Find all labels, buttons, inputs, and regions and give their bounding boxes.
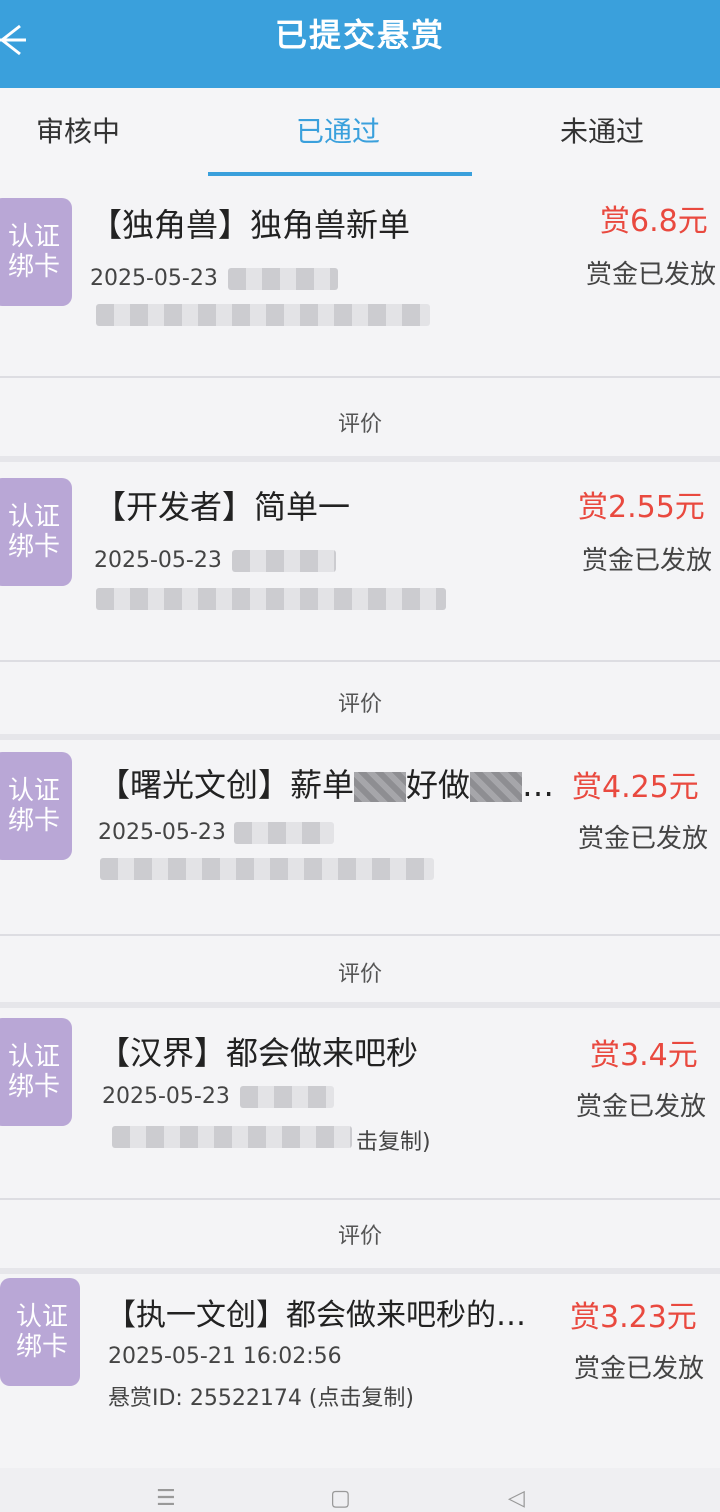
blurred-text [100, 858, 434, 880]
blurred-text [112, 1126, 352, 1148]
review-button[interactable]: 评价 [0, 406, 720, 438]
active-tab-indicator [208, 172, 472, 176]
blurred-text [228, 268, 338, 290]
verify-bind-card-badge: 认证 绑卡 [0, 1018, 72, 1126]
system-nav-bar: ☰ ▢ ◁ [0, 1468, 720, 1512]
item-title: 【汉界】都会做来吧秒 [98, 1034, 419, 1072]
reward-status: 赏金已发放 [582, 546, 713, 576]
tab-rejected[interactable]: 未通过 [560, 110, 644, 150]
reward-status: 赏金已发放 [586, 260, 717, 290]
reward-amount: 赏3.4元 [590, 1038, 698, 1073]
review-button[interactable]: 评价 [0, 686, 720, 718]
top-bar: 已提交悬赏 [0, 0, 720, 88]
tab-reviewing[interactable]: 审核中 [36, 110, 120, 150]
reward-amount: 赏3.23元 [570, 1300, 697, 1335]
blurred-text [234, 822, 334, 844]
app: 已提交悬赏 审核中 已通过 未通过 认证 绑卡 【独角兽】独角兽新单 赏6.8元… [0, 0, 720, 1512]
verify-bind-card-badge: 认证 绑卡 [0, 1278, 80, 1386]
review-button[interactable]: 评价 [0, 1218, 720, 1250]
reward-amount: 赏2.55元 [578, 490, 705, 525]
divider [0, 376, 720, 378]
reward-status: 赏金已发放 [576, 1092, 707, 1122]
reward-id-copy[interactable]: 悬赏ID: 25522174 (点击复制) [108, 1380, 414, 1412]
list-item[interactable]: 认证 绑卡 【独角兽】独角兽新单 赏6.8元 赏金已发放 2025-05-23 … [0, 180, 720, 462]
list-item[interactable]: 认证 绑卡 【开发者】简单一 赏2.55元 赏金已发放 2025-05-23 评… [0, 462, 720, 740]
verify-bind-card-badge: 认证 绑卡 [0, 752, 72, 860]
review-button[interactable]: 评价 [0, 956, 720, 988]
mosaic-mask [354, 772, 407, 802]
item-title: 【开发者】简单一 [94, 488, 351, 526]
page-title: 已提交悬赏 [274, 16, 445, 54]
divider [0, 660, 720, 662]
menu-icon[interactable]: ☰ [156, 1486, 176, 1511]
list-item[interactable]: 认证 绑卡 【曙光文创】薪单 好做… 赏4.25元 赏金已发放 2025-05-2… [0, 740, 720, 1008]
blurred-text [240, 1086, 334, 1108]
reward-status: 赏金已发放 [578, 824, 709, 854]
mosaic-mask [470, 772, 523, 802]
reward-amount: 赏4.25元 [572, 770, 699, 805]
submit-date: 2025-05-23 [98, 820, 226, 845]
item-title: 【独角兽】独角兽新单 [90, 206, 411, 244]
submit-date: 2025-05-23 [102, 1084, 230, 1109]
reward-status: 赏金已发放 [574, 1354, 705, 1384]
blurred-text [232, 550, 336, 572]
submit-date: 2025-05-23 [90, 266, 218, 291]
divider [0, 1198, 720, 1200]
tab-bar: 审核中 已通过 未通过 [0, 88, 720, 180]
divider [0, 934, 720, 936]
blurred-text [96, 304, 430, 326]
reward-amount: 赏6.8元 [600, 204, 708, 239]
submit-date: 2025-05-21 16:02:56 [108, 1344, 342, 1369]
list-item[interactable]: 认证 绑卡 【汉界】都会做来吧秒 赏3.4元 赏金已发放 2025-05-23 … [0, 1008, 720, 1274]
blurred-text [96, 588, 446, 610]
item-title: 【曙光文创】薪单 好做… [98, 766, 555, 804]
tab-approved[interactable]: 已通过 [296, 110, 380, 150]
verify-bind-card-badge: 认证 绑卡 [0, 478, 72, 586]
item-title: 【执一文创】都会做来吧秒的… [106, 1298, 526, 1333]
home-icon[interactable]: ▢ [330, 1486, 351, 1511]
submit-date: 2025-05-23 [94, 548, 222, 573]
back-icon[interactable]: ◁ [508, 1486, 525, 1511]
reward-id-copy[interactable]: 击复制) [356, 1124, 431, 1156]
verify-bind-card-badge: 认证 绑卡 [0, 198, 72, 306]
list-item[interactable]: 认证 绑卡 【执一文创】都会做来吧秒的… 赏3.23元 赏金已发放 2025-0… [0, 1274, 720, 1468]
